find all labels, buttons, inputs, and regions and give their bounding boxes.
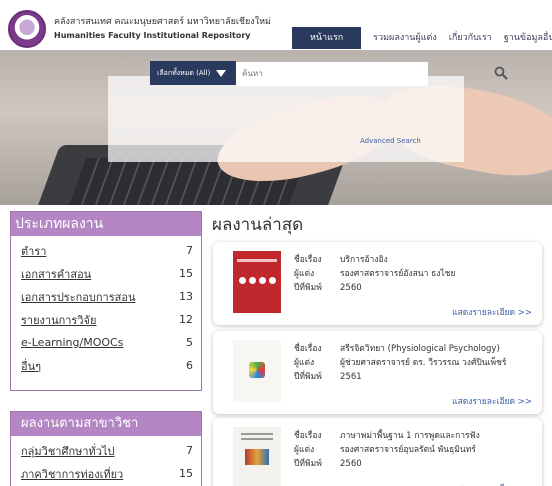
nav-other-databases[interactable]: ฐานข้อมูลอื่นๆ bbox=[498, 27, 552, 49]
category-count: 12 bbox=[179, 313, 193, 326]
book-cover-image[interactable] bbox=[233, 251, 281, 313]
show-detail-link[interactable]: แสดงรายละเอียด >> bbox=[452, 394, 532, 408]
search-panel bbox=[108, 76, 464, 162]
show-detail-link[interactable]: แสดงรายละเอียด >> bbox=[452, 305, 532, 319]
nav-authors[interactable]: รวมผลงานผู้แต่ง bbox=[367, 27, 443, 49]
advanced-search-link[interactable]: Advanced Search bbox=[360, 137, 421, 145]
category-count: 15 bbox=[179, 267, 193, 280]
work-year: 2561 bbox=[340, 372, 362, 382]
category-label[interactable]: เอกสารประกอบการสอน bbox=[21, 288, 135, 306]
work-title-label: ชื่อเรื่อง bbox=[294, 431, 322, 441]
category-label[interactable]: เอกสารคำสอน bbox=[21, 265, 91, 283]
work-card: ชื่อเรื่อง ภาษาพม่าพื้นฐาน 1 การพูดและการ… bbox=[213, 418, 542, 486]
category-list: ตำรา 7 เอกสารคำสอน 15 เอกสารประกอบการสอน 13… bbox=[11, 236, 201, 377]
department-item[interactable]: กลุ่มวิชาศึกษาทั่วไป 7 bbox=[21, 439, 193, 462]
work-year: 2560 bbox=[340, 283, 362, 293]
category-label[interactable]: ตำรา bbox=[21, 242, 46, 260]
category-count: 5 bbox=[186, 336, 193, 349]
work-author: รองศาสตราจารย์อุบลรัตน์ พันธุมินทร์ bbox=[340, 445, 476, 455]
site-title-th: คลังสารสนเทศ คณะมนุษยศาสตร์ มหาวิทยาลัยเ… bbox=[54, 17, 271, 27]
category-item[interactable]: เอกสารประกอบการสอน 13 bbox=[21, 285, 193, 308]
department-box-title: ผลงานตามสาขาวิชา bbox=[11, 412, 201, 436]
work-author-label: ผู้แต่ง bbox=[294, 445, 315, 455]
department-box: ผลงานตามสาขาวิชา กลุ่มวิชาศึกษาทั่วไป 7 ภ… bbox=[10, 411, 202, 486]
work-card: ชื่อเรื่อง บริการอ้างอิง ผู้แต่ง รองศาสตรา… bbox=[213, 242, 542, 325]
category-box-title: ประเภทผลงาน bbox=[11, 212, 201, 236]
university-logo[interactable] bbox=[8, 10, 46, 48]
work-meta: ชื่อเรื่อง บริการอ้างอิง ผู้แต่ง รองศาสตรา… bbox=[294, 253, 455, 295]
category-count: 6 bbox=[186, 359, 193, 372]
work-author: ผู้ช่วยศาสตราจารย์ ดร. วีรวรรณ วงศ์ปินเพ… bbox=[340, 358, 507, 368]
latest-works-title: ผลงานล่าสุด bbox=[212, 215, 304, 235]
site-header: คลังสารสนเทศ คณะมนุษยศาสตร์ มหาวิทยาลัยเ… bbox=[0, 0, 552, 50]
search-scope-label: เลือกทั้งหมด (All) bbox=[157, 68, 211, 77]
book-cover-image[interactable] bbox=[233, 427, 281, 486]
department-count: 7 bbox=[186, 444, 193, 457]
department-label[interactable]: ภาควิชาการท่องเที่ยว bbox=[21, 465, 123, 483]
work-meta: ชื่อเรื่อง สรีรจิตวิทยา (Physiological Ps… bbox=[294, 342, 506, 384]
caret-down-icon bbox=[216, 69, 227, 77]
book-cover-image[interactable] bbox=[233, 340, 281, 402]
work-author-label: ผู้แต่ง bbox=[294, 269, 315, 279]
department-item[interactable]: ภาควิชาการท่องเที่ยว 15 bbox=[21, 462, 193, 485]
work-year-label: ปีที่พิมพ์ bbox=[294, 283, 322, 293]
category-label[interactable]: อื่นๆ bbox=[21, 357, 41, 375]
category-label[interactable]: e-Learning/MOOCs bbox=[21, 336, 123, 349]
category-box: ประเภทผลงาน ตำรา 7 เอกสารคำสอน 15 เอกสารปร… bbox=[10, 211, 202, 391]
site-title-en: Humanities Faculty Institutional Reposit… bbox=[54, 31, 251, 40]
category-count: 7 bbox=[186, 244, 193, 257]
work-title: ภาษาพม่าพื้นฐาน 1 การพูดและการฟัง bbox=[340, 431, 480, 441]
main-nav: หน้าแรก รวมผลงานผู้แต่ง เกี่ยวกับเรา ฐาน… bbox=[292, 27, 552, 49]
department-label[interactable]: กลุ่มวิชาศึกษาทั่วไป bbox=[21, 442, 114, 460]
category-item[interactable]: e-Learning/MOOCs 5 bbox=[21, 331, 193, 354]
work-year-label: ปีที่พิมพ์ bbox=[294, 459, 322, 469]
site-title: คลังสารสนเทศ คณะมนุษยศาสตร์ มหาวิทยาลัยเ… bbox=[54, 14, 284, 40]
work-meta: ชื่อเรื่อง ภาษาพม่าพื้นฐาน 1 การพูดและการ… bbox=[294, 429, 480, 471]
department-list: กลุ่มวิชาศึกษาทั่วไป 7 ภาควิชาการท่องเที่… bbox=[11, 436, 201, 485]
category-count: 13 bbox=[179, 290, 193, 303]
work-year-label: ปีที่พิมพ์ bbox=[294, 372, 322, 382]
category-item[interactable]: เอกสารคำสอน 15 bbox=[21, 262, 193, 285]
department-count: 15 bbox=[179, 467, 193, 480]
work-author: รองศาสตราจารย์อังสนา ธงไชย bbox=[340, 269, 456, 279]
search-scope-select[interactable]: เลือกทั้งหมด (All) bbox=[150, 61, 236, 85]
show-detail-link[interactable]: แสดงรายละเอียด >> bbox=[452, 481, 532, 486]
nav-about[interactable]: เกี่ยวกับเรา bbox=[443, 27, 498, 49]
work-title-label: ชื่อเรื่อง bbox=[294, 255, 322, 265]
work-card: ชื่อเรื่อง สรีรจิตวิทยา (Physiological Ps… bbox=[213, 331, 542, 414]
category-label[interactable]: รายงานการวิจัย bbox=[21, 311, 96, 329]
search-input[interactable] bbox=[236, 61, 428, 86]
work-title-label: ชื่อเรื่อง bbox=[294, 344, 322, 354]
work-year: 2560 bbox=[340, 459, 362, 469]
category-item[interactable]: ตำรา 7 bbox=[21, 239, 193, 262]
work-author-label: ผู้แต่ง bbox=[294, 358, 315, 368]
search-bar: เลือกทั้งหมด (All) bbox=[150, 61, 508, 86]
nav-home[interactable]: หน้าแรก bbox=[292, 27, 362, 49]
work-title: สรีรจิตวิทยา (Physiological Psychology) bbox=[340, 344, 500, 354]
category-item[interactable]: อื่นๆ 6 bbox=[21, 354, 193, 377]
work-title: บริการอ้างอิง bbox=[340, 255, 388, 265]
category-item[interactable]: รายงานการวิจัย 12 bbox=[21, 308, 193, 331]
search-icon[interactable] bbox=[494, 66, 508, 80]
